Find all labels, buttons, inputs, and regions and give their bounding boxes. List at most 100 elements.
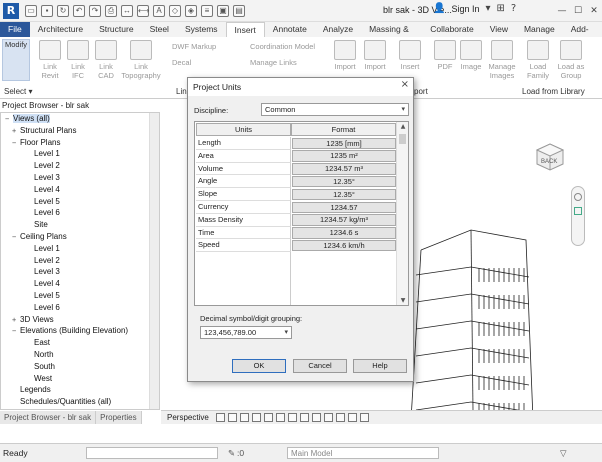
link-cad-button[interactable]: Link CAD bbox=[92, 40, 120, 80]
analysis-icon[interactable] bbox=[347, 413, 357, 422]
tab-annotate[interactable]: Annotate bbox=[265, 22, 315, 37]
navigation-bar[interactable] bbox=[571, 186, 585, 246]
tree-item[interactable]: − Elevations (Building Elevation) bbox=[1, 325, 159, 337]
import-gbxml-button[interactable]: Import bbox=[360, 40, 390, 71]
project-browser-scrollbar[interactable] bbox=[149, 113, 159, 409]
tree-item[interactable]: South bbox=[1, 361, 159, 373]
show-crop-icon[interactable] bbox=[287, 413, 297, 422]
tree-item[interactable]: − Views (all) bbox=[1, 113, 159, 125]
tree-item[interactable]: Level 2 bbox=[1, 160, 159, 172]
tab-systems[interactable]: Systems bbox=[177, 22, 226, 37]
tree-item[interactable]: East bbox=[1, 337, 159, 349]
tree-item[interactable]: Legends bbox=[1, 384, 159, 396]
filter-icon[interactable]: ▽ bbox=[560, 448, 567, 459]
undo-icon[interactable]: ↶ bbox=[73, 4, 85, 17]
sync-icon[interactable]: ↻ bbox=[57, 4, 69, 17]
import-cad-button[interactable]: Import bbox=[330, 40, 360, 71]
steering-wheel-icon[interactable] bbox=[574, 193, 582, 201]
print-icon[interactable]: ⎙ bbox=[105, 4, 117, 17]
link-ifc-button[interactable]: Link IFC bbox=[64, 40, 92, 80]
tree-item[interactable]: Level 1 bbox=[1, 243, 159, 255]
help-button[interactable]: Help bbox=[353, 359, 407, 373]
tab-view[interactable]: View bbox=[482, 22, 516, 37]
revit-logo[interactable]: R bbox=[3, 2, 19, 19]
worksets-icon[interactable]: ✎ bbox=[228, 448, 235, 459]
image-button[interactable]: Image bbox=[458, 40, 484, 71]
tree-item[interactable]: Site bbox=[1, 219, 159, 231]
ok-button[interactable]: OK bbox=[232, 359, 286, 373]
insert-from-file-button[interactable]: Insert bbox=[395, 40, 425, 71]
minimize-icon[interactable]: — bbox=[554, 0, 570, 22]
save-icon[interactable]: ▪ bbox=[41, 4, 53, 17]
load-as-group-button[interactable]: Load as Group bbox=[554, 40, 588, 80]
format-button[interactable]: 1235 m² bbox=[292, 150, 396, 162]
tree-item[interactable]: Level 5 bbox=[1, 290, 159, 302]
tree-item[interactable]: Level 4 bbox=[1, 184, 159, 196]
visual-style-icon[interactable] bbox=[227, 413, 237, 422]
coordination-model-button[interactable]: Coordination Model bbox=[250, 42, 315, 51]
tab-insert[interactable]: Insert bbox=[225, 22, 265, 37]
scroll-up-icon[interactable]: ▲ bbox=[397, 123, 409, 130]
manage-images-button[interactable]: Manage Images bbox=[485, 40, 519, 80]
scroll-thumb[interactable] bbox=[399, 134, 406, 144]
detail-level-icon[interactable] bbox=[215, 413, 225, 422]
redo-icon[interactable]: ↷ bbox=[89, 4, 101, 17]
pdf-button[interactable]: PDF bbox=[432, 40, 458, 71]
close-hidden-icon[interactable]: ▣ bbox=[217, 4, 229, 17]
link-revit-button[interactable]: Link Revit bbox=[36, 40, 64, 80]
section-icon[interactable]: ◈ bbox=[185, 4, 197, 17]
manage-links-button[interactable]: Manage Links bbox=[250, 58, 297, 67]
tab-add-ins[interactable]: Add-Ins bbox=[563, 22, 602, 49]
tree-item[interactable]: Level 4 bbox=[1, 278, 159, 290]
tab-structure[interactable]: Structure bbox=[91, 22, 142, 37]
reveal-hidden-icon[interactable] bbox=[323, 413, 333, 422]
open-icon[interactable]: ▭ bbox=[25, 4, 37, 17]
temporary-hide-icon[interactable] bbox=[311, 413, 321, 422]
tree-item[interactable]: Level 3 bbox=[1, 266, 159, 278]
tree-item[interactable]: Level 6 bbox=[1, 207, 159, 219]
measure-icon[interactable]: ↔ bbox=[121, 4, 133, 17]
tree-item[interactable]: Schedules/Quantities (all) bbox=[1, 396, 159, 408]
sun-path-icon[interactable] bbox=[239, 413, 249, 422]
close-icon[interactable]: ✕ bbox=[586, 0, 602, 22]
tab-manage[interactable]: Manage bbox=[516, 22, 563, 37]
tree-item[interactable]: Level 2 bbox=[1, 255, 159, 267]
decimal-symbol-select[interactable]: 123,456,789.00 ▾ bbox=[200, 326, 292, 339]
sign-in-link[interactable]: Sign In bbox=[451, 4, 479, 14]
render-icon[interactable] bbox=[263, 413, 273, 422]
tree-item[interactable]: Level 1 bbox=[1, 148, 159, 160]
tab-architecture[interactable]: Architecture bbox=[30, 22, 91, 37]
format-button[interactable]: 1235 [mm] bbox=[292, 137, 396, 149]
tab-properties[interactable]: Properties bbox=[96, 411, 142, 424]
units-table-scrollbar[interactable]: ▲ ▼ bbox=[396, 122, 408, 305]
format-button[interactable]: 1234.57 m³ bbox=[292, 163, 396, 175]
tree-item[interactable]: Level 3 bbox=[1, 172, 159, 184]
tree-item[interactable]: West bbox=[1, 373, 159, 385]
format-button[interactable]: 1234.6 s bbox=[292, 227, 396, 239]
select-panel-label[interactable]: Select ▾ bbox=[4, 87, 32, 96]
tree-item[interactable]: − Ceiling Plans bbox=[1, 231, 159, 243]
3d-view-icon[interactable]: ◇ bbox=[169, 4, 181, 17]
tree-item[interactable]: − Floor Plans bbox=[1, 137, 159, 149]
zoom-icon[interactable] bbox=[574, 207, 582, 215]
tab-massing-site[interactable]: Massing & Site bbox=[361, 22, 422, 49]
dimension-icon[interactable]: ⟷ bbox=[137, 4, 149, 17]
format-button[interactable]: 1234.57 kg/m³ bbox=[292, 214, 396, 226]
tab-analyze[interactable]: Analyze bbox=[315, 22, 361, 37]
crop-view-icon[interactable] bbox=[275, 413, 285, 422]
tab-project-browser[interactable]: Project Browser - blr sak bbox=[0, 411, 97, 424]
constraints-icon[interactable] bbox=[359, 413, 369, 422]
format-button[interactable]: 1234.6 km/h bbox=[292, 239, 396, 252]
lock-view-icon[interactable] bbox=[299, 413, 309, 422]
text-icon[interactable]: A bbox=[153, 4, 165, 17]
switch-windows-icon[interactable]: ▤ bbox=[233, 4, 245, 17]
format-button[interactable]: 12.35° bbox=[292, 175, 396, 188]
tab-steel[interactable]: Steel bbox=[142, 22, 177, 37]
chevron-down-icon[interactable]: ▾ bbox=[485, 3, 490, 14]
load-family-button[interactable]: Load Family bbox=[522, 40, 554, 80]
viewcube[interactable]: BACK bbox=[533, 140, 567, 174]
dialog-close-button[interactable]: × bbox=[401, 79, 409, 90]
tab-file[interactable]: File bbox=[0, 22, 30, 37]
active-model-select[interactable]: Main Model bbox=[287, 447, 439, 459]
format-button[interactable]: 1234.57 bbox=[292, 201, 396, 213]
